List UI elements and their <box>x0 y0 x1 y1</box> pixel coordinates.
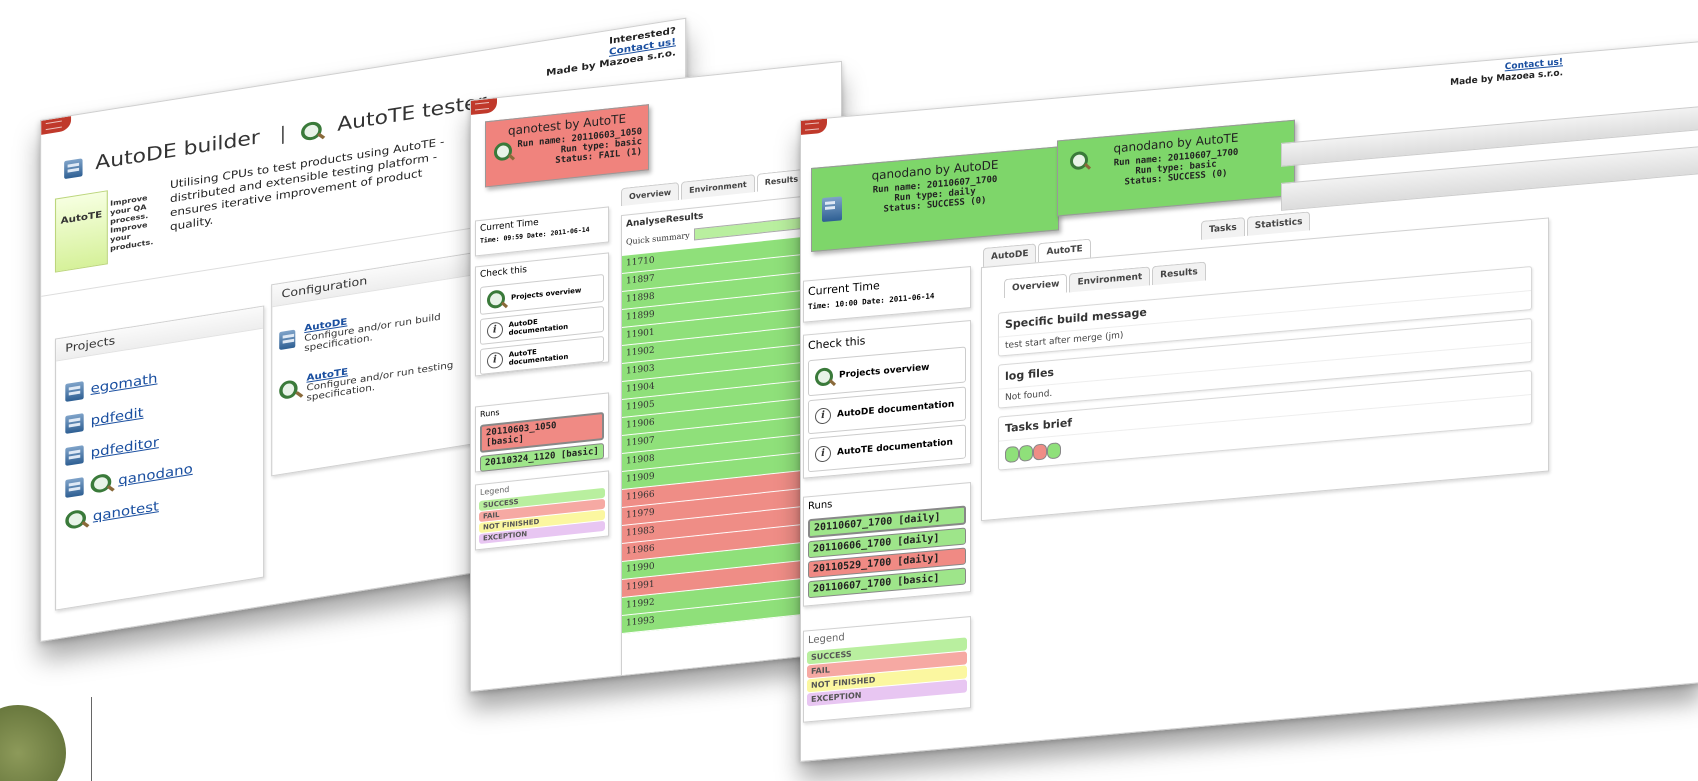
check-label: AutoTE documentation <box>837 437 953 458</box>
window-corner-logo <box>471 98 497 115</box>
logo-divider <box>91 697 92 781</box>
window-corner-logo <box>41 116 72 135</box>
info-icon: i <box>487 351 503 370</box>
product-box: AutoTE <box>54 190 108 273</box>
tab-overview[interactable]: Overview <box>621 182 680 207</box>
database-icon <box>64 157 83 179</box>
info-icon: i <box>815 407 831 425</box>
project-link[interactable]: qanotest <box>93 499 159 524</box>
magnifier-icon <box>487 289 505 310</box>
check-label: Projects overview <box>511 286 582 302</box>
check-list: Projects overview i AutoDE documentation i A… <box>804 346 970 473</box>
runs-panel: Runs 20110607_1700 [daily] 20110606_1700 … <box>803 482 971 607</box>
magnifier-config-icon <box>279 379 298 401</box>
tab-tasks[interactable]: Tasks <box>1201 217 1245 240</box>
tab-results[interactable]: Results <box>756 168 807 192</box>
check-label: Projects overview <box>839 362 930 381</box>
autote-title[interactable]: AutoTE tester <box>337 90 486 136</box>
corner-logo <box>0 705 66 781</box>
magnifier-icon <box>65 508 86 530</box>
configuration-panel: Configuration AutoDE Configure and/or run… <box>271 249 492 477</box>
current-time-panel: Current Time Time: 09:59 Date: 2011-06-1… <box>475 206 609 257</box>
magnifier-icon <box>90 472 112 494</box>
config-item[interactable]: AutoTE Configure and/or run testing speci… <box>279 346 484 408</box>
check-list: Projects overview i AutoDE documentation i A… <box>476 273 608 375</box>
project-link[interactable]: pdfeditor <box>91 435 159 461</box>
quick-summary-label: Quick summary <box>626 230 690 247</box>
database-icon <box>65 445 84 466</box>
status-box-autode: qanodano by AutoDE Run name: 20110607_17… <box>811 146 1059 253</box>
check-this-panel: Check this Projects overview i AutoDE docu… <box>803 320 971 479</box>
status-box-red: qanotest by AutoTE Run name: 20110603_10… <box>485 104 649 188</box>
current-time-panel: Current Time Time: 10:00 Date: 2011-06-1… <box>803 266 971 323</box>
task-indicator[interactable] <box>1005 445 1019 464</box>
database-icon <box>65 381 84 402</box>
config-text: AutoTE Configure and/or run testing speci… <box>306 346 483 404</box>
check-label: AutoDE documentation <box>837 399 955 420</box>
contact-block: Interested? Contact us! Made by Mazoea s… <box>546 26 676 80</box>
check-label: AutoTE documentation <box>508 347 569 367</box>
title-divider: | <box>279 122 287 146</box>
projects-list: egomath pdfedit pdfeditor qanodano qanotest <box>56 329 263 556</box>
task-indicator[interactable] <box>1019 444 1033 462</box>
info-icon: i <box>815 445 831 463</box>
tab-environment[interactable]: Environment <box>681 174 755 200</box>
info-icon: i <box>487 321 503 340</box>
project-link[interactable]: qanodano <box>118 461 193 488</box>
projects-panel: Projects egomath pdfedit pdfeditor qanodano… <box>54 305 265 611</box>
config-text: AutoDE Configure and/or run build specifi… <box>304 296 484 355</box>
config-item[interactable]: AutoDE Configure and/or run build specifi… <box>279 296 484 358</box>
database-icon <box>65 477 84 498</box>
database-icon <box>65 413 84 434</box>
project-link[interactable]: pdfedit <box>91 405 144 428</box>
magnifier-icon <box>301 119 323 142</box>
check-this-panel: Check this Projects overview i AutoDE docu… <box>475 252 609 377</box>
product-box-text: Improve your QA process. Improve your pr… <box>110 193 154 253</box>
check-label: AutoDE documentation <box>508 317 569 337</box>
database-icon <box>822 196 842 223</box>
qanotest-window: qanotest by AutoTE Run name: 20110603_10… <box>470 60 842 692</box>
database-config-icon <box>279 329 296 351</box>
content-panel: Overview Environment Results Specific buil… <box>981 217 1549 522</box>
magnifier-icon <box>815 367 833 387</box>
project-link[interactable]: egomath <box>91 371 158 397</box>
window-corner-logo <box>801 118 827 135</box>
runs-list: 20110607_1700 [daily] 20110606_1700 [dail… <box>804 505 970 599</box>
status-box-autote: qanodano by AutoTE Run name: 20110607_17… <box>1057 119 1295 217</box>
product-box-brand: AutoTE <box>60 210 103 227</box>
task-indicator[interactable] <box>1047 442 1061 460</box>
qanodano-window: Interested? Contact us! Made by Mazoea s… <box>800 41 1698 763</box>
contact-block: Interested? Contact us! Made by Mazoea s… <box>1450 46 1563 89</box>
runs-panel: Runs 20110603_1050 [basic] 20110324_1120 … <box>475 392 609 473</box>
runs-list: 20110603_1050 [basic] 20110324_1120 [basi… <box>476 411 608 472</box>
legend-panel: Legend SUCCESS FAIL NOT FINISHED EXCEPTION <box>475 470 609 551</box>
task-indicator[interactable] <box>1033 443 1047 461</box>
legend-panel: Legend SUCCESS FAIL NOT FINISHED EXCEPTION <box>803 616 971 723</box>
